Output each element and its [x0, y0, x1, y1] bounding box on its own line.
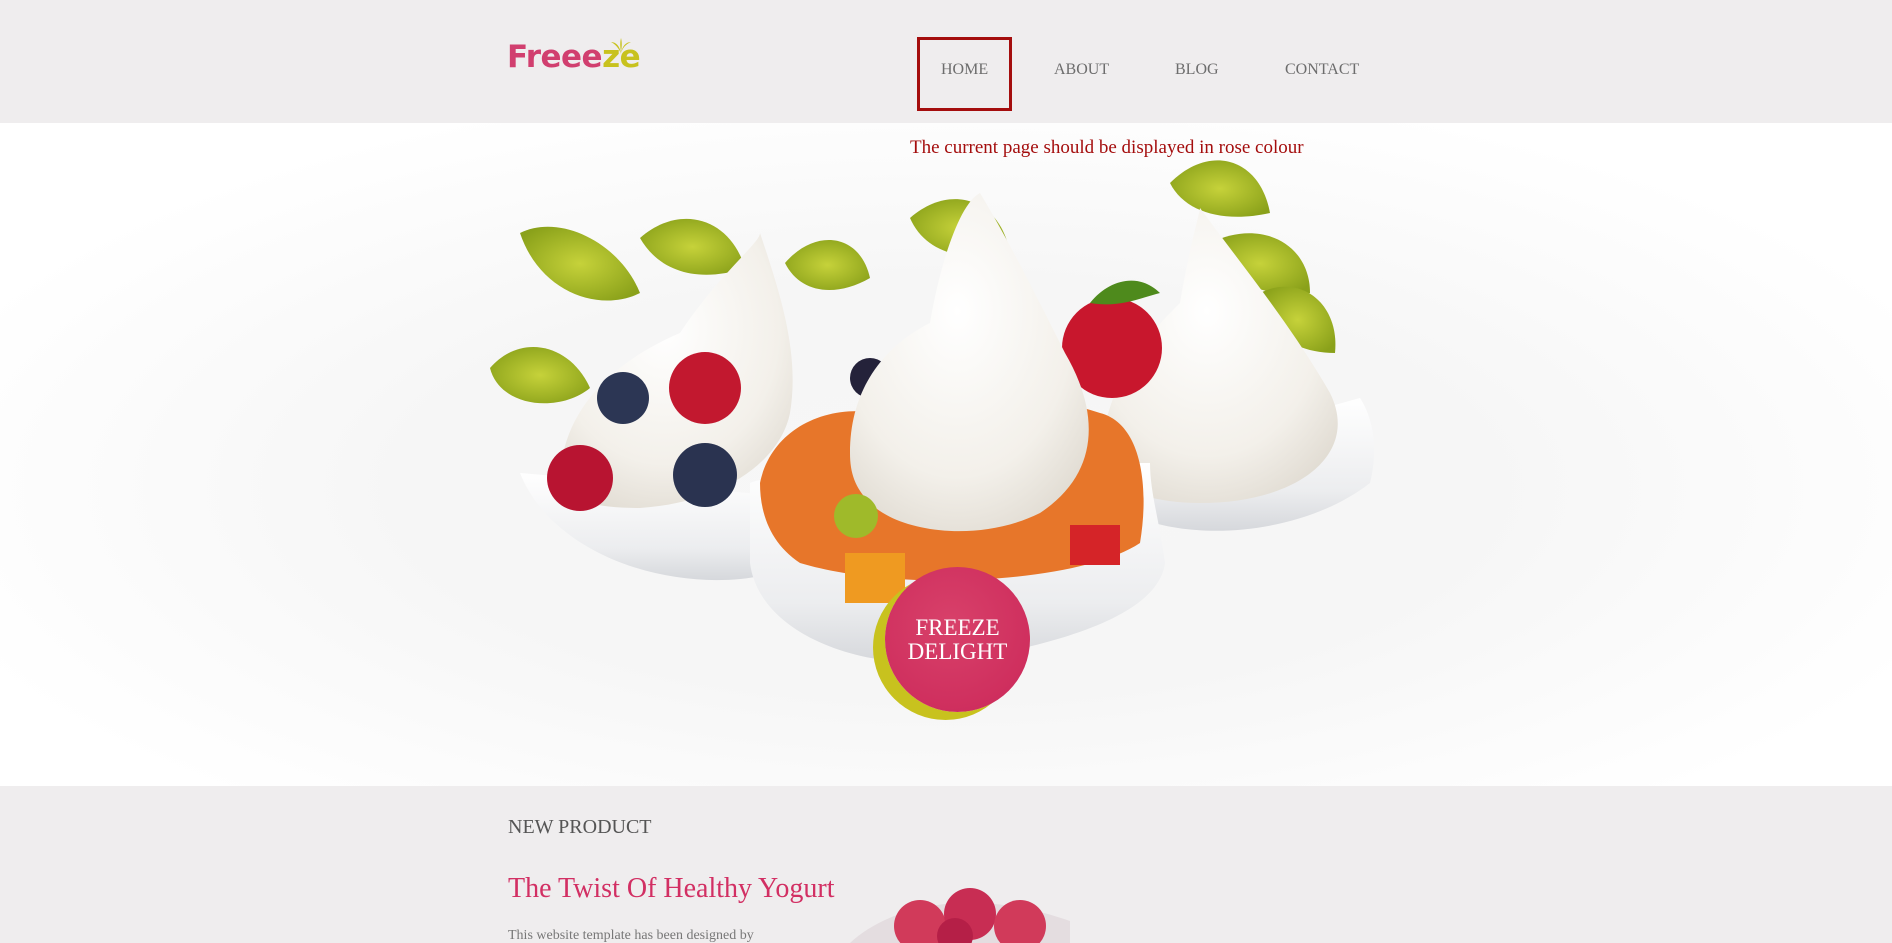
blueberry	[597, 372, 649, 424]
badge-line-2: DELIGHT	[907, 638, 1008, 664]
strawberry-leaves	[1090, 280, 1160, 305]
product-title: The Twist Of Healthy Yogurt	[508, 873, 835, 904]
nav-item-blog[interactable]: BLOG	[1175, 0, 1219, 140]
leaf-shape	[785, 240, 870, 290]
nav-item-about[interactable]: ABOUT	[1054, 0, 1109, 140]
current-page-highlight-box	[917, 37, 1012, 111]
logo-sprout-icon	[611, 38, 631, 54]
leaf-shape	[640, 218, 745, 275]
new-product-section: NEW PRODUCT The Twist Of Healthy Yogurt …	[0, 786, 1892, 943]
annotation-note: The current page should be displayed in …	[910, 137, 1304, 158]
nav-item-contact[interactable]: CONTACT	[1285, 0, 1359, 140]
leaf-shape	[490, 346, 590, 404]
product-image	[850, 888, 1070, 943]
kiwi-slice	[834, 494, 878, 538]
site-header: Freeeze HOME ABOUT BLOG CONTACT	[0, 0, 1892, 123]
blueberry	[673, 443, 737, 507]
orange-chunk	[845, 553, 905, 603]
strawberry-chunk	[1070, 525, 1120, 565]
site-logo[interactable]: Freeeze	[507, 34, 649, 80]
new-product-label: NEW PRODUCT	[508, 816, 652, 838]
raspberry	[547, 445, 613, 511]
product-description: This website template has been designed …	[508, 928, 754, 943]
raspberry	[669, 352, 741, 424]
leaf-shape	[1170, 160, 1270, 217]
freeze-delight-badge[interactable]: FREEZE DELIGHT	[885, 567, 1030, 712]
badge-line-1: FREEZE	[915, 614, 1000, 640]
center-yogurt-swirl	[850, 193, 1089, 532]
hero-banner: FREEZE DELIGHT	[0, 123, 1892, 786]
leaf-shape	[520, 226, 640, 301]
